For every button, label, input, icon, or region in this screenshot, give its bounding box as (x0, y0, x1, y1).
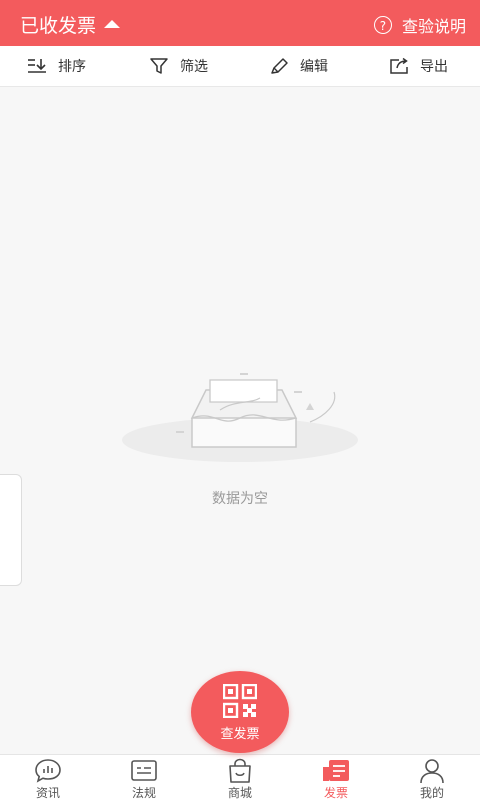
filter-label: 筛选 (180, 59, 208, 75)
sort-label: 排序 (58, 59, 86, 75)
tab-news-label: 资讯 (35, 786, 60, 800)
question-icon: ? (373, 16, 392, 34)
sort-button[interactable]: 排序 (26, 56, 86, 76)
export-icon (390, 57, 408, 74)
bottom-tab-bar: 资讯 法规 商城 发票 我的 (0, 754, 480, 801)
tab-regulations[interactable]: 法规 (96, 755, 192, 801)
pencil-icon (271, 58, 288, 74)
tab-regulations-label: 法规 (131, 786, 156, 800)
shopping-bag-icon (229, 758, 251, 783)
user-icon (420, 759, 444, 784)
check-invoice-button[interactable]: 查发票 (191, 671, 289, 753)
tab-mall[interactable]: 商城 (192, 755, 288, 801)
export-button[interactable]: 导出 (388, 56, 448, 76)
tab-invoice[interactable]: 发票 (288, 755, 384, 801)
invoice-icon (323, 760, 349, 781)
page-title: 已收发票 (20, 15, 97, 37)
edit-button[interactable]: 编辑 (268, 56, 328, 76)
tab-profile-label: 我的 (419, 786, 444, 800)
top-header: 已收发票 ? 查验说明 (0, 0, 480, 46)
help-label: 查验说明 (401, 17, 466, 36)
tab-invoice-label: 发票 (323, 786, 348, 800)
check-invoice-label: 查发票 (220, 727, 260, 742)
sort-icon (28, 59, 46, 73)
export-label: 导出 (420, 59, 448, 75)
filter-button[interactable]: 筛选 (148, 56, 208, 76)
filter-icon (150, 58, 168, 74)
side-drawer-handle[interactable] (0, 474, 22, 586)
chat-chart-icon (35, 759, 61, 783)
edit-label: 编辑 (300, 59, 328, 75)
tab-news[interactable]: 资讯 (0, 755, 96, 801)
document-icon (131, 760, 157, 781)
invoice-type-dropdown[interactable]: 已收发票 (20, 11, 121, 38)
tab-mall-label: 商城 (227, 786, 252, 800)
tab-profile[interactable]: 我的 (384, 755, 480, 801)
toolbar: 排序 筛选 编辑 导出 (0, 46, 480, 87)
help-button[interactable]: ? 查验说明 (373, 13, 466, 37)
empty-state-message: 数据为空 (212, 491, 268, 507)
qr-code-icon (223, 684, 257, 718)
caret-up-icon (104, 19, 121, 28)
